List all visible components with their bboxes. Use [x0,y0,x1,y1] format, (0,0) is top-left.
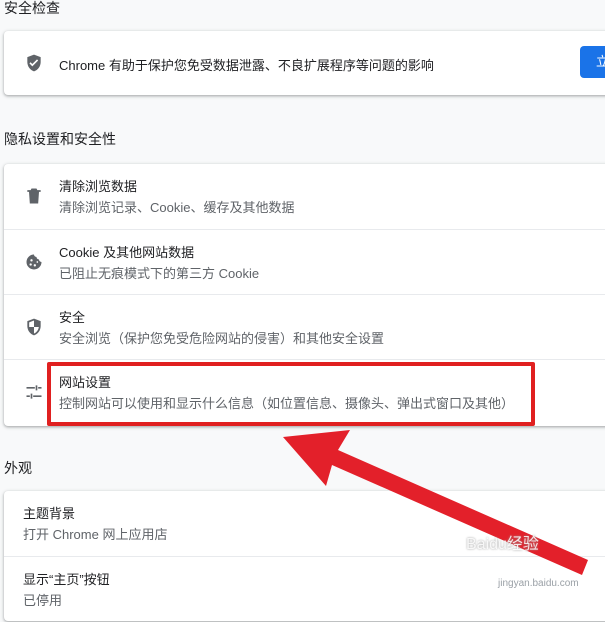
annotation-overlay [283,430,588,575]
watermark-logo: Baidu经验 [466,536,539,553]
red-arrow-icon [283,430,588,575]
watermark-url: jingyan.baidu.com [498,578,579,589]
